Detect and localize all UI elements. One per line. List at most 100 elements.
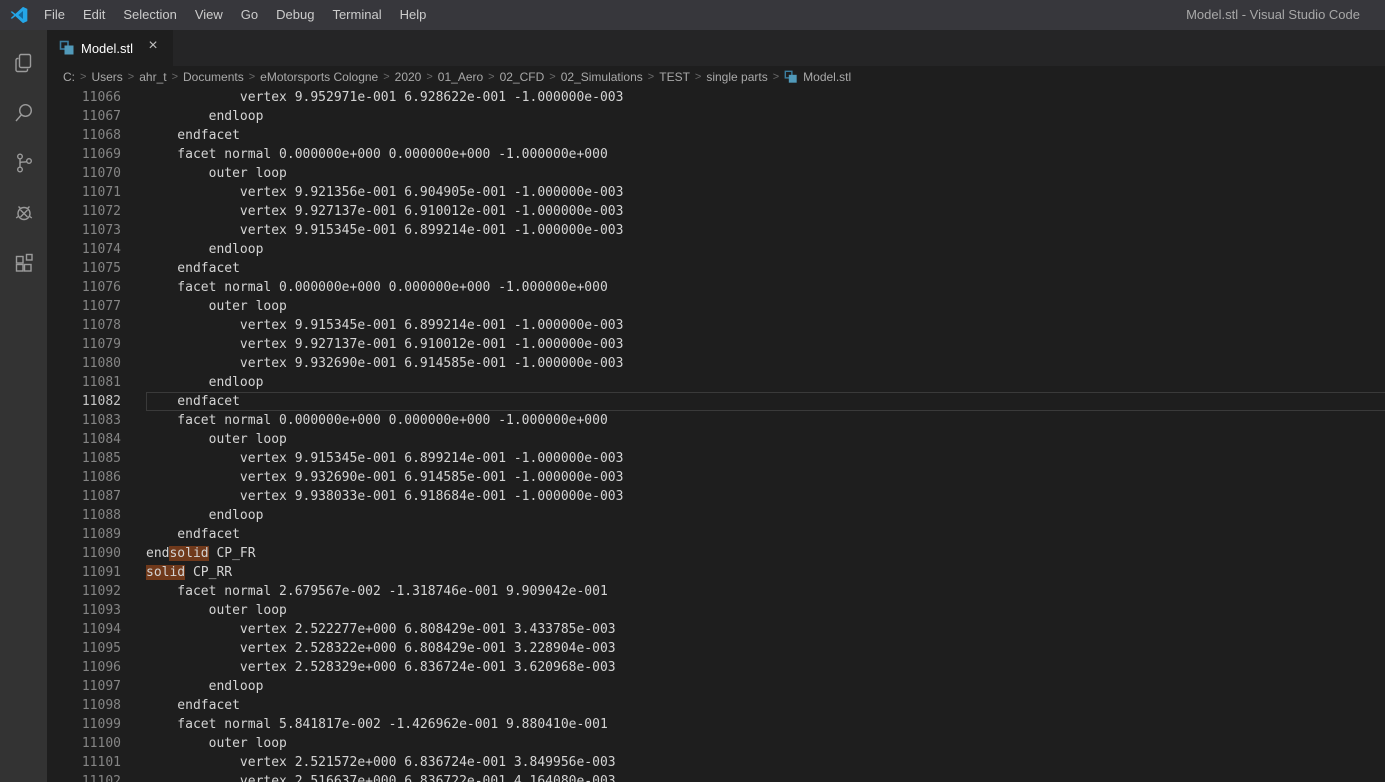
code-text[interactable]: facet normal 5.841817e-002 -1.426962e-00… <box>146 715 1385 734</box>
line-number: 11094 <box>81 622 121 637</box>
code-text[interactable]: endsolid CP_FR <box>146 544 1385 563</box>
code-text[interactable]: vertex 9.938033e-001 6.918684e-001 -1.00… <box>146 487 1385 506</box>
code-text[interactable]: vertex 9.932690e-001 6.914585e-001 -1.00… <box>146 354 1385 373</box>
line-number: 11085 <box>81 451 121 466</box>
code-line: 11080 vertex 9.932690e-001 6.914585e-001… <box>47 354 1385 373</box>
code-line: 11078 vertex 9.915345e-001 6.899214e-001… <box>47 316 1385 335</box>
find-match-highlight: solid <box>169 546 209 561</box>
menu-item-terminal[interactable]: Terminal <box>323 0 390 30</box>
code-text[interactable]: vertex 9.915345e-001 6.899214e-001 -1.00… <box>146 316 1385 335</box>
code-text[interactable]: endloop <box>146 373 1385 392</box>
code-line: 11082 endfacet <box>47 392 1385 411</box>
code-text[interactable]: endfacet <box>146 525 1385 544</box>
breadcrumb-item[interactable]: ahr_t <box>139 70 166 84</box>
line-number: 11089 <box>81 527 121 542</box>
breadcrumb-separator: > <box>549 71 556 83</box>
code-text[interactable]: vertex 9.952971e-001 6.928622e-001 -1.00… <box>146 88 1385 107</box>
code-text[interactable]: vertex 2.521572e+000 6.836724e-001 3.849… <box>146 753 1385 772</box>
code-line: 11070 outer loop <box>47 164 1385 183</box>
code-text[interactable]: endloop <box>146 240 1385 259</box>
code-text[interactable]: outer loop <box>146 430 1385 449</box>
line-number: 11087 <box>81 489 121 504</box>
search-icon[interactable] <box>0 88 47 138</box>
breadcrumb-item[interactable]: C: <box>63 70 75 84</box>
code-text[interactable]: endfacet <box>146 696 1385 715</box>
line-number: 11093 <box>81 603 121 618</box>
code-line: 11094 vertex 2.522277e+000 6.808429e-001… <box>47 620 1385 639</box>
code-text[interactable]: vertex 9.921356e-001 6.904905e-001 -1.00… <box>146 183 1385 202</box>
explorer-icon[interactable] <box>0 38 47 88</box>
code-text[interactable]: vertex 9.927137e-001 6.910012e-001 -1.00… <box>146 202 1385 221</box>
line-number: 11083 <box>81 413 121 428</box>
code-text[interactable]: endfacet <box>146 126 1385 145</box>
code-text[interactable]: vertex 2.516637e+000 6.836722e-001 4.164… <box>146 772 1385 782</box>
menu-item-help[interactable]: Help <box>391 0 436 30</box>
breadcrumb-item[interactable]: 01_Aero <box>438 70 483 84</box>
source-control-icon[interactable] <box>0 138 47 188</box>
code-text[interactable]: vertex 9.932690e-001 6.914585e-001 -1.00… <box>146 468 1385 487</box>
code-text[interactable]: endloop <box>146 677 1385 696</box>
code-text[interactable]: outer loop <box>146 164 1385 183</box>
breadcrumb: C: > Users > ahr_t > Documents > eMotorsports Co… <box>47 66 1385 88</box>
code-text[interactable]: vertex 9.915345e-001 6.899214e-001 -1.00… <box>146 449 1385 468</box>
menu-item-view[interactable]: View <box>186 0 232 30</box>
menu-item-go[interactable]: Go <box>232 0 267 30</box>
extensions-icon[interactable] <box>0 238 47 288</box>
code-line: 11079 vertex 9.927137e-001 6.910012e-001… <box>47 335 1385 354</box>
menu-item-selection[interactable]: Selection <box>114 0 185 30</box>
code-text[interactable]: facet normal 0.000000e+000 0.000000e+000… <box>146 411 1385 430</box>
code-text[interactable]: vertex 9.915345e-001 6.899214e-001 -1.00… <box>146 221 1385 240</box>
breadcrumb-item[interactable]: eMotorsports Cologne <box>260 70 378 84</box>
line-number: 11097 <box>81 679 121 694</box>
menu-item-debug[interactable]: Debug <box>267 0 323 30</box>
vscode-window: File Edit Selection View Go Debug Terminal Help… <box>0 0 1385 782</box>
line-number: 11101 <box>81 755 121 770</box>
code-text[interactable]: solid CP_RR <box>146 563 1385 582</box>
breadcrumb-separator: > <box>426 71 433 83</box>
code-line: 11085 vertex 9.915345e-001 6.899214e-001… <box>47 449 1385 468</box>
breadcrumb-item[interactable]: single parts <box>706 70 767 84</box>
debug-icon[interactable] <box>0 188 47 238</box>
code-line: 11086 vertex 9.932690e-001 6.914585e-001… <box>47 468 1385 487</box>
code-text[interactable]: vertex 9.927137e-001 6.910012e-001 -1.00… <box>146 335 1385 354</box>
breadcrumb-separator: > <box>647 71 655 83</box>
breadcrumb-item[interactable]: TEST <box>659 70 690 84</box>
code-text[interactable]: endloop <box>146 107 1385 126</box>
code-editor[interactable]: 11066 vertex 9.952971e-001 6.928622e-001… <box>47 88 1385 782</box>
breadcrumb-separator: > <box>488 71 495 83</box>
code-text[interactable]: vertex 2.528322e+000 6.808429e-001 3.228… <box>146 639 1385 658</box>
code-text[interactable]: endloop <box>146 506 1385 525</box>
code-text[interactable]: outer loop <box>146 297 1385 316</box>
line-number: 11070 <box>81 166 121 181</box>
line-number: 11067 <box>81 109 121 124</box>
code-text[interactable]: endfacet <box>146 392 1385 411</box>
code-line: 11100 outer loop <box>47 734 1385 753</box>
code-line: 11097 endloop <box>47 677 1385 696</box>
code-text[interactable]: vertex 2.528329e+000 6.836724e-001 3.620… <box>146 658 1385 677</box>
breadcrumb-separator: > <box>80 71 87 83</box>
menu-item-file[interactable]: File <box>35 0 74 30</box>
breadcrumb-item[interactable]: 02_CFD <box>500 70 545 84</box>
code-line: 11071 vertex 9.921356e-001 6.904905e-001… <box>47 183 1385 202</box>
breadcrumb-file[interactable]: Model.stl <box>784 70 851 84</box>
tab-model-stl[interactable]: Model.stl × <box>47 30 175 66</box>
breadcrumb-item[interactable]: 2020 <box>395 70 422 84</box>
line-number: 11081 <box>81 375 121 390</box>
breadcrumb-item[interactable]: Documents <box>183 70 244 84</box>
code-line: 11083 facet normal 0.000000e+000 0.00000… <box>47 411 1385 430</box>
breadcrumb-item[interactable]: 02_Simulations <box>561 70 643 84</box>
code-text[interactable]: facet normal 0.000000e+000 0.000000e+000… <box>146 278 1385 297</box>
code-text[interactable]: vertex 2.522277e+000 6.808429e-001 3.433… <box>146 620 1385 639</box>
code-text[interactable]: outer loop <box>146 601 1385 620</box>
line-number: 11073 <box>81 223 121 238</box>
code-text[interactable]: facet normal 2.679567e-002 -1.318746e-00… <box>146 582 1385 601</box>
tab-close-icon[interactable]: × <box>143 38 163 58</box>
code-text[interactable]: facet normal 0.000000e+000 0.000000e+000… <box>146 145 1385 164</box>
code-line: 11072 vertex 9.927137e-001 6.910012e-001… <box>47 202 1385 221</box>
menu-item-edit[interactable]: Edit <box>74 0 114 30</box>
breadcrumb-separator: > <box>171 71 179 83</box>
breadcrumb-item[interactable]: Users <box>91 70 122 84</box>
code-text[interactable]: outer loop <box>146 734 1385 753</box>
code-text[interactable]: endfacet <box>146 259 1385 278</box>
line-number: 11091 <box>81 565 121 580</box>
